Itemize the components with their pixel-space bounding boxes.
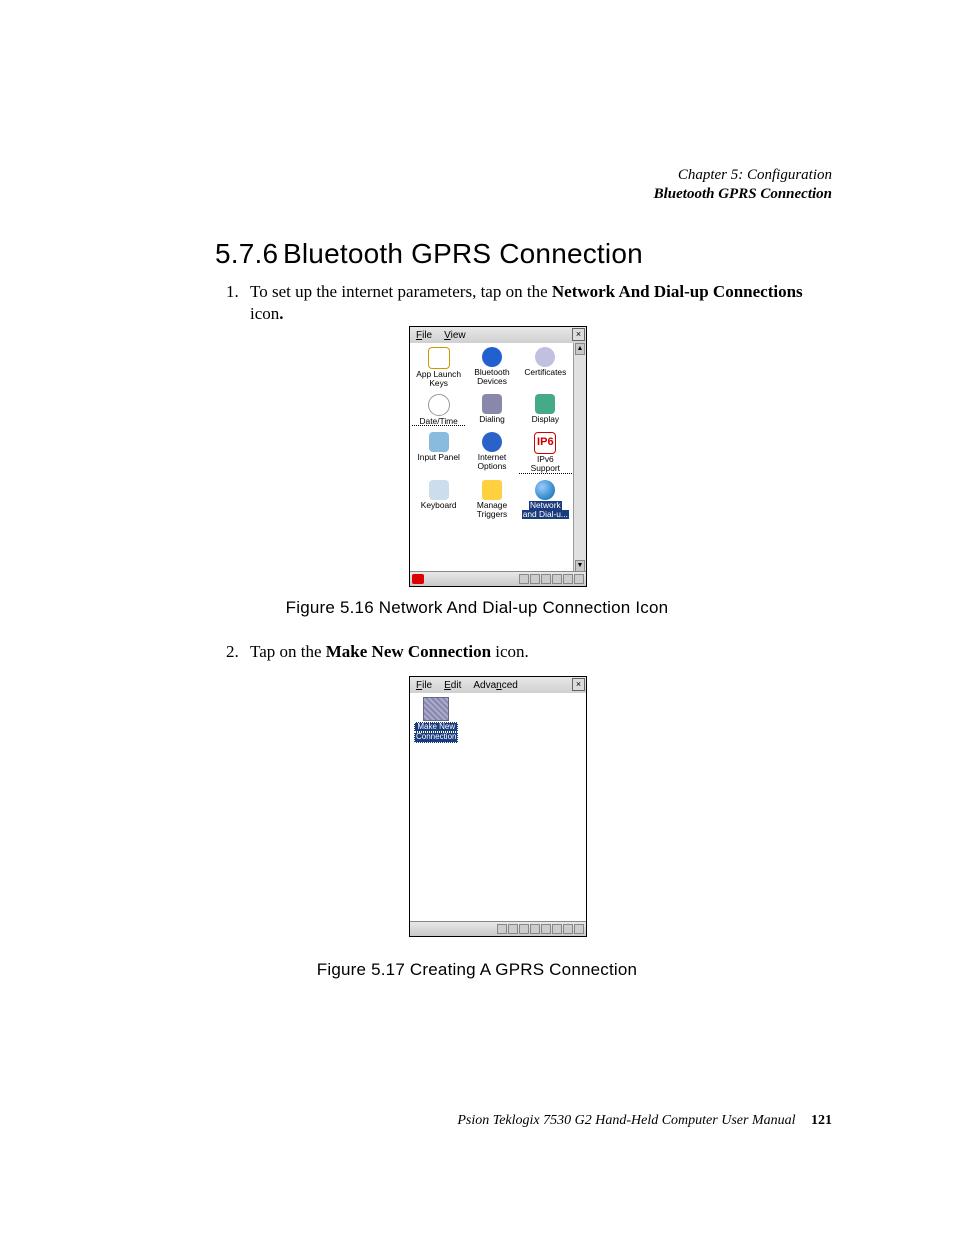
tray-icon[interactable] [552,924,562,934]
icon-keyboard[interactable]: Keyboard [412,480,465,519]
icon-date-time[interactable]: Date/Time [412,394,465,427]
icon-internet-options[interactable]: InternetOptions [465,432,518,474]
page-footer: Psion Teklogix 7530 G2 Hand-Held Compute… [457,1113,832,1129]
tray-icon[interactable] [574,924,584,934]
tray-icon[interactable] [574,574,584,584]
step-2-bold: Make New Connection [326,642,491,661]
system-tray [497,924,584,934]
step-1-period: . [279,304,283,323]
figure-caption-5-16: Figure 5.16 Network And Dial-up Connecti… [0,598,954,618]
icon-network-dialup[interactable]: Networkand Dial-u... [519,480,572,519]
icon-ipv6-support[interactable]: IP6IPv6Support [519,432,572,474]
close-button[interactable]: × [572,678,585,691]
menu-file[interactable]: File [410,329,438,342]
clock-icon [428,394,450,416]
icon-dialing[interactable]: Dialing [465,394,518,427]
icon-bluetooth-devices[interactable]: BluetoothDevices [465,347,518,388]
manual-page: Chapter 5: Configuration Bluetooth GPRS … [0,0,954,1235]
tray-icon[interactable] [530,924,540,934]
icon-input-panel[interactable]: Input Panel [412,432,465,474]
tray-icon[interactable] [497,924,507,934]
connections-client: Make New Connection [410,693,586,922]
page-number: 121 [811,1113,832,1128]
icon-display[interactable]: Display [519,394,572,427]
tray-icon[interactable] [519,574,529,584]
menubar: File Edit Advanced × [410,677,586,694]
keyboard-icon [429,480,449,500]
icon-make-new-connection[interactable]: Make New Connection [414,697,458,743]
display-icon [535,394,555,414]
tray-icon[interactable] [541,574,551,584]
step-1-text-c: icon [250,304,279,323]
screenshot-make-new-connection: File Edit Advanced × Make New Connection [409,676,587,937]
figure-caption-5-17: Figure 5.17 Creating A GPRS Connection [0,960,954,980]
scroll-up-button[interactable]: ▲ [575,343,585,355]
vertical-scrollbar[interactable]: ▲ ▼ [573,343,586,572]
menu-view[interactable]: View [438,329,472,342]
step-2-text-c: icon. [491,642,529,661]
bluetooth-icon [482,347,502,367]
taskbar [410,571,586,586]
start-button[interactable] [412,574,424,584]
topic-line: Bluetooth GPRS Connection [654,185,832,204]
tray-icon[interactable] [552,574,562,584]
section-heading: 5.7.6Bluetooth GPRS Connection [215,238,643,270]
internet-icon [482,432,502,452]
section-number: 5.7.6 [215,238,283,270]
app-icon [428,347,450,369]
globe-icon [535,480,555,500]
tray-icon[interactable] [519,924,529,934]
dialing-icon [482,394,502,414]
step-1-number: 1. [226,281,239,303]
tray-icon[interactable] [530,574,540,584]
system-tray [519,574,584,584]
step-1-text-a: To set up the internet parameters, tap o… [250,282,552,301]
step-2: 2. Tap on the Make New Connection icon. [250,641,805,663]
icon-app-launch-keys[interactable]: App LaunchKeys [412,347,465,388]
close-button[interactable]: × [572,328,585,341]
tray-icon[interactable] [508,924,518,934]
step-2-number: 2. [226,641,239,663]
section-title: Bluetooth GPRS Connection [283,238,643,269]
menu-edit[interactable]: Edit [438,679,467,692]
page-header: Chapter 5: Configuration Bluetooth GPRS … [654,166,832,204]
step-1-bold: Network And Dial-up Connections [552,282,803,301]
menu-file[interactable]: File [410,679,438,692]
footer-text: Psion Teklogix 7530 G2 Hand-Held Compute… [457,1113,795,1128]
input-panel-icon [429,432,449,452]
menubar: File View × [410,327,586,344]
step-1: 1. To set up the internet parameters, ta… [250,281,805,325]
tray-icon[interactable] [563,924,573,934]
certificates-icon [535,347,555,367]
control-panel-client: App LaunchKeys BluetoothDevices Certific… [410,343,574,572]
manage-triggers-icon [482,480,502,500]
tray-icon[interactable] [563,574,573,584]
tray-icon[interactable] [541,924,551,934]
menu-advanced[interactable]: Advanced [467,679,523,692]
icon-certificates[interactable]: Certificates [519,347,572,388]
chapter-line: Chapter 5: Configuration [654,166,832,185]
icon-manage-triggers[interactable]: ManageTriggers [465,480,518,519]
step-2-text-a: Tap on the [250,642,326,661]
taskbar [410,921,586,936]
screenshot-control-panel: File View × App LaunchKeys BluetoothDevi… [409,326,587,587]
icon-grid: App LaunchKeys BluetoothDevices Certific… [410,343,574,519]
new-connection-icon [423,697,449,721]
ipv6-icon: IP6 [534,432,556,454]
